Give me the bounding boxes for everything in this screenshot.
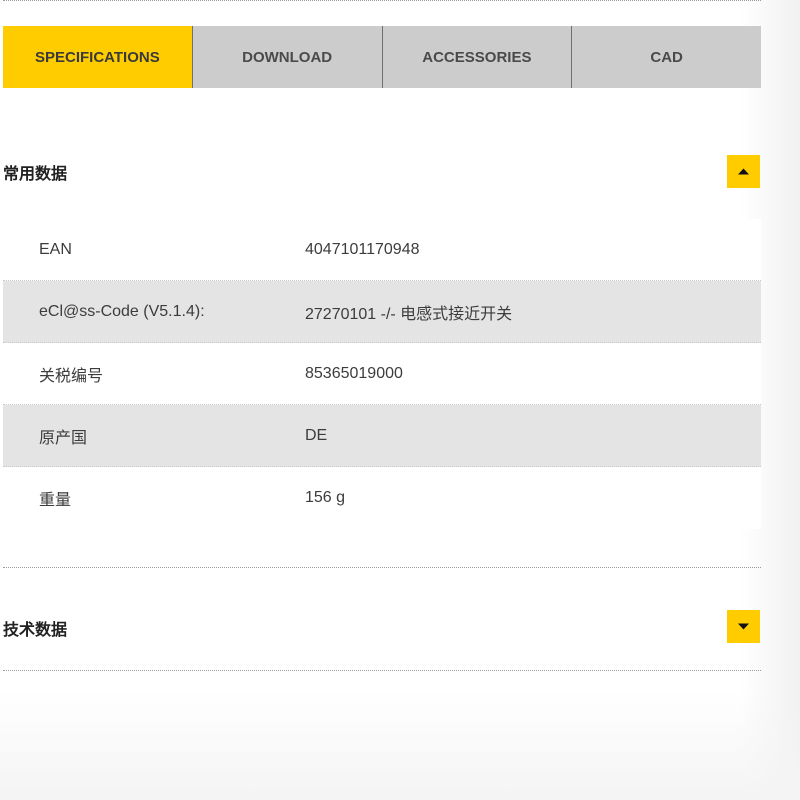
table-row: 关税编号 85365019000	[3, 343, 761, 405]
tab-cad[interactable]: CAD	[571, 26, 761, 88]
row-label: EAN	[39, 240, 72, 258]
general-data-table: EAN 4047101170948 eCl@ss-Code (V5.1.4): …	[3, 219, 761, 529]
product-tabs: SPECIFICATIONS DOWNLOAD ACCESSORIES CAD	[3, 26, 761, 88]
row-value: 4047101170948	[305, 240, 420, 258]
general-data-collapse-button[interactable]	[727, 155, 760, 188]
general-data-title[interactable]: 常用数据	[3, 160, 67, 184]
chevron-up-icon	[738, 168, 749, 175]
table-row: 重量 156 g	[3, 467, 761, 529]
tab-accessories[interactable]: ACCESSORIES	[381, 26, 572, 88]
tab-specifications[interactable]: SPECIFICATIONS	[3, 26, 192, 88]
row-label: 重量	[39, 492, 72, 509]
tab-download[interactable]: DOWNLOAD	[191, 26, 382, 88]
section-divider	[3, 670, 761, 671]
row-label: eCl@ss-Code (V5.1.4):	[39, 302, 205, 320]
table-row: eCl@ss-Code (V5.1.4): 27270101 -/- 电感式接近…	[3, 281, 761, 343]
row-value: 85365019000	[305, 364, 403, 382]
row-value: 27270101 -/- 电感式接近开关	[305, 305, 513, 323]
row-label: 关税编号	[39, 367, 104, 385]
top-divider	[3, 0, 761, 1]
technical-data-title[interactable]: 技术数据	[3, 616, 67, 640]
row-value: 156 g	[305, 489, 346, 506]
table-row: 原产国 DE	[3, 405, 761, 467]
table-row: EAN 4047101170948	[3, 219, 761, 281]
row-value: DE	[305, 426, 328, 444]
section-divider	[3, 567, 761, 568]
technical-data-expand-button[interactable]	[727, 610, 760, 643]
chevron-down-icon	[738, 623, 749, 630]
row-label: 原产国	[39, 429, 88, 447]
page-bottom-fade	[0, 690, 800, 800]
